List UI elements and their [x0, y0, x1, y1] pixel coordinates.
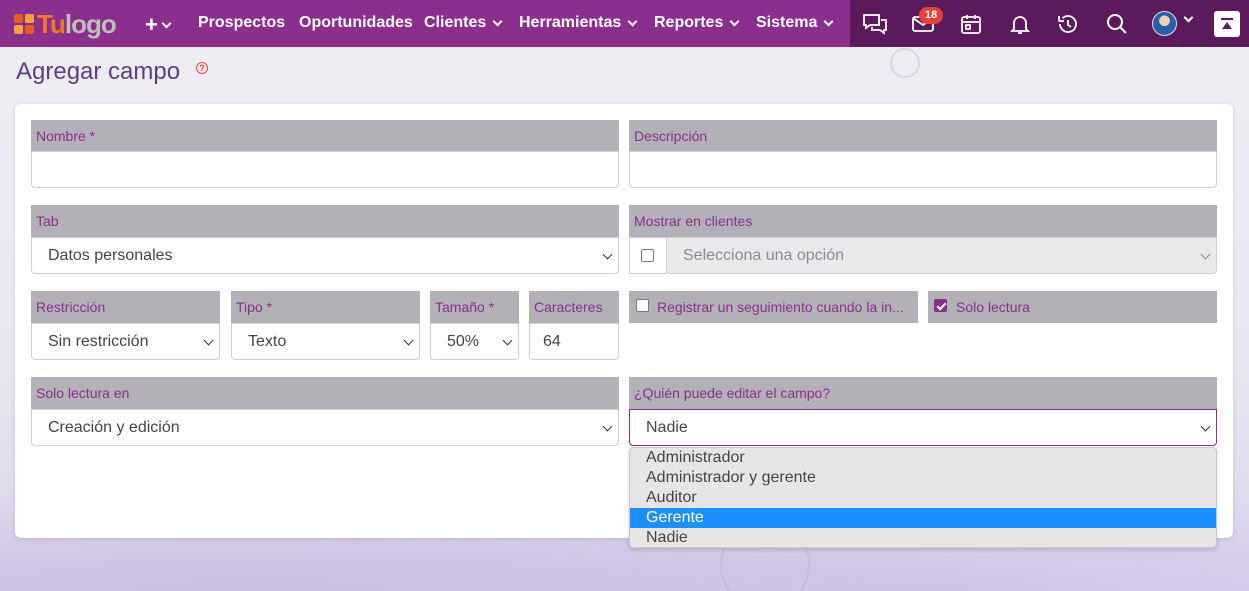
avatar[interactable]: [1152, 11, 1177, 36]
seguimiento-label: Registrar un seguimiento cuando la in...: [629, 291, 918, 323]
dropdown-option-administrador[interactable]: Administrador: [630, 448, 1216, 468]
nav-item-prospectos[interactable]: Prospectos: [198, 14, 285, 32]
restriccion-label: Restricción: [31, 291, 220, 323]
restriccion-select[interactable]: Sin restricción: [31, 323, 220, 360]
help-icon[interactable]: ?: [196, 62, 208, 74]
solo-lectura-checkbox[interactable]: [934, 299, 947, 312]
mostrar-clientes-select[interactable]: Selecciona una opción: [666, 237, 1217, 274]
app-logo[interactable]: Tu logo: [14, 8, 117, 39]
nav-item-sistema[interactable]: Sistema: [756, 14, 834, 32]
bell-icon[interactable]: [1005, 9, 1035, 39]
chevron-down-icon: [823, 16, 834, 26]
calendar-icon[interactable]: [956, 9, 986, 39]
logo-text-tu: Tu: [37, 8, 66, 39]
nav-label: Herramientas: [519, 14, 622, 31]
tab-label: Tab: [31, 205, 619, 237]
nombre-input[interactable]: [31, 151, 619, 188]
descripcion-label: Descripción: [629, 120, 1217, 152]
nav-item-reportes[interactable]: Reportes: [654, 14, 740, 32]
top-navbar: Tu logo + Prospectos Oportunidades Clien…: [0, 0, 1249, 47]
tab-select[interactable]: Datos personales: [31, 237, 619, 274]
mostrar-clientes-label: Mostrar en clientes: [629, 205, 1217, 237]
chevron-down-icon: [729, 16, 740, 26]
solo-lectura-en-select[interactable]: Creación y edición: [31, 409, 619, 446]
solo-lectura-label: Solo lectura: [928, 291, 1217, 323]
nav-label: Oportunidades: [299, 14, 413, 31]
dropdown-option-administrador-y-gerente[interactable]: Administrador y gerente: [630, 468, 1216, 488]
chevron-down-icon: [161, 18, 172, 28]
caracteres-input[interactable]: 64: [529, 323, 619, 360]
quien-edita-label: ¿Quién puede editar el campo?: [629, 377, 1217, 409]
page-title: Agregar campo: [16, 58, 181, 85]
nav-item-herramientas[interactable]: Herramientas: [519, 14, 638, 32]
nav-label: Clientes: [424, 14, 487, 31]
mail-count-badge: 18: [919, 7, 944, 24]
plus-icon: +: [145, 12, 158, 37]
nav-item-clientes[interactable]: Clientes: [424, 14, 503, 32]
tipo-label: Tipo *: [231, 291, 420, 323]
descripcion-input[interactable]: [629, 151, 1217, 188]
chevron-down-icon: [492, 16, 503, 26]
history-icon[interactable]: [1053, 9, 1083, 39]
quien-edita-select[interactable]: Nadie: [629, 409, 1217, 446]
nav-item-oportunidades[interactable]: Oportunidades: [299, 14, 413, 32]
tamano-label: Tamaño *: [430, 291, 519, 323]
seguimiento-checkbox[interactable]: [636, 299, 649, 312]
dropdown-option-auditor[interactable]: Auditor: [630, 488, 1216, 508]
dropdown-option-gerente[interactable]: Gerente: [630, 508, 1216, 528]
quick-add-menu[interactable]: +: [145, 12, 172, 38]
solo-lectura-en-label: Solo lectura en: [31, 377, 619, 409]
tamano-select[interactable]: 50%: [430, 323, 519, 360]
nombre-label: Nombre *: [31, 120, 619, 152]
logo-mark-icon: [14, 14, 34, 34]
mostrar-clientes-checkbox[interactable]: [641, 249, 654, 262]
chevron-down-icon: [627, 16, 638, 26]
nav-label: Prospectos: [198, 14, 286, 31]
dropdown-option-nadie[interactable]: Nadie: [630, 528, 1216, 547]
logo-text-logo: logo: [64, 8, 117, 39]
tipo-select[interactable]: Texto: [231, 323, 420, 360]
nav-label: Sistema: [756, 14, 818, 31]
caracteres-label: Caracteres: [529, 291, 619, 323]
search-icon[interactable]: [1102, 9, 1132, 39]
chat-icon[interactable]: [860, 9, 890, 39]
background-circle: [890, 48, 920, 78]
quien-edita-dropdown-list: Administrador Administrador y gerente Au…: [629, 447, 1217, 548]
scroll-top-icon[interactable]: [1214, 11, 1240, 37]
nav-label: Reportes: [654, 14, 724, 31]
